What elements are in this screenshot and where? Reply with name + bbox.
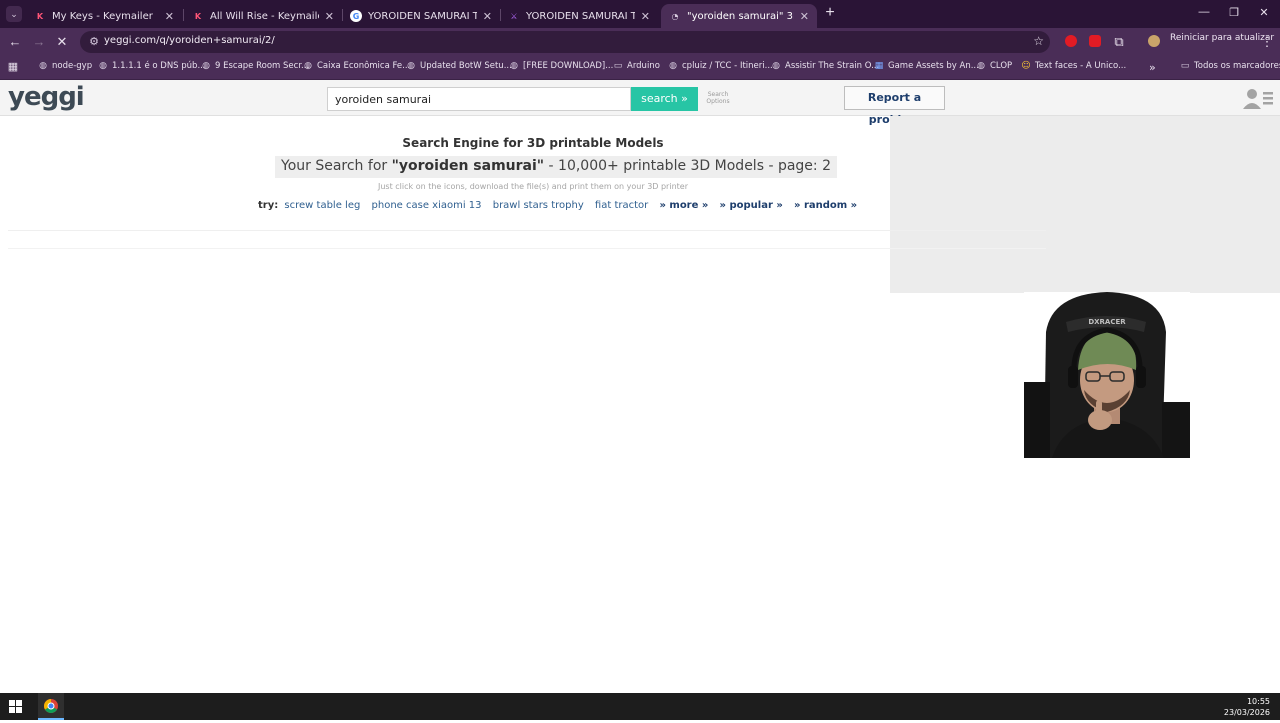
bookmark-item[interactable]: ◍ 9 Escape Room Secr... (201, 61, 309, 71)
close-icon[interactable]: ✕ (483, 10, 492, 23)
globe-icon: ◍ (202, 61, 210, 71)
try-label: try: (258, 200, 279, 211)
bookmark-item[interactable]: ◍ CLOP (976, 61, 1012, 71)
restart-update-button[interactable]: Reiniciar para atualizar (1170, 33, 1274, 43)
tab-title: YOROIDEN SAMURAI TROOPER (368, 10, 477, 22)
bookmark-item[interactable]: ◍ Caixa Econômica Fe... (303, 61, 410, 71)
try-suggestions: try: screw table leg phone case xiaomi 1… (258, 200, 865, 211)
windows-start-icon[interactable] (9, 700, 22, 713)
tab-search-button[interactable]: ⌄ (6, 6, 22, 22)
bookmark-star-icon[interactable]: ☆ (1033, 34, 1044, 48)
new-tab-button[interactable]: + (822, 5, 838, 22)
globe-icon: ◍ (99, 61, 107, 71)
bookmarks-overflow-button[interactable]: » (1149, 61, 1156, 74)
suggestion-link[interactable]: phone case xiaomi 13 (372, 200, 482, 211)
bookmark-item[interactable]: ☺ Text faces - A Unico... (1021, 61, 1126, 71)
bookmark-item[interactable]: ◍ cpluiz / TCC - Itineri... (668, 61, 773, 71)
bookmark-item[interactable]: ◍ Assistir The Strain O... (771, 61, 879, 71)
apps-grid-icon[interactable]: ▦ (4, 58, 22, 76)
system-clock[interactable]: 10:55 23/03/2026 (1224, 696, 1270, 718)
suggestion-link[interactable]: fiat tractor (595, 200, 648, 211)
svg-text:DXRACER: DXRACER (1088, 318, 1126, 326)
bookmark-folder-arduino[interactable]: ▭ Arduino (613, 61, 660, 71)
sword-icon: ⚔ (510, 11, 518, 21)
random-link[interactable]: » random » (794, 200, 857, 211)
tab-title: YOROIDEN SAMURAI TRO (526, 10, 635, 22)
divider (8, 248, 1046, 249)
address-bar[interactable]: ⚙ yeggi.com/q/yoroiden+samurai/2/ ☆ (80, 31, 1050, 53)
yeggi-logo[interactable]: yeggi (8, 82, 85, 112)
forward-icon[interactable]: → (30, 33, 48, 51)
globe-icon: ◍ (772, 61, 780, 71)
results-summary: Your Search for "yoroiden samurai" - 10,… (275, 156, 837, 178)
restore-icon[interactable]: ❐ (1226, 6, 1242, 19)
profile-avatar[interactable] (1148, 35, 1160, 47)
adblock-extension-icon[interactable] (1065, 35, 1077, 47)
back-icon[interactable]: ← (6, 33, 24, 51)
extensions-puzzle-icon[interactable]: ⧉ (1110, 33, 1128, 51)
tab-google-search[interactable]: G YOROIDEN SAMURAI TROOPER ✕ (342, 4, 500, 28)
search-input[interactable] (327, 87, 631, 111)
globe-icon: ◍ (669, 61, 677, 71)
folder-icon: ▭ (1180, 61, 1190, 71)
close-icon[interactable]: ✕ (165, 10, 174, 23)
bookmark-item[interactable]: ◍ node-gyp (38, 61, 92, 71)
tab-title: All Will Rise - Keymailer (210, 10, 319, 22)
folder-icon: ▭ (613, 61, 623, 71)
bookmarks-bar: ▦ ◍ node-gyp ◍ 1.1.1.1 é o DNS púb... ◍ 9 E… (0, 55, 1280, 80)
window-close-icon[interactable]: ✕ (1256, 6, 1272, 19)
bookmark-item[interactable]: ◍ Updated BotW Setu... (406, 61, 512, 71)
windows-taskbar: 10:55 23/03/2026 (0, 693, 1280, 720)
bookmark-item[interactable]: ▦ Game Assets by An... (874, 61, 979, 71)
more-link[interactable]: » more » (659, 200, 708, 211)
page-title: Search Engine for 3D printable Models (402, 136, 664, 150)
chrome-taskbar-button[interactable] (38, 693, 64, 720)
popular-link[interactable]: » popular » (720, 200, 783, 211)
close-icon[interactable]: ✕ (325, 10, 334, 23)
site-header: yeggi search » Search Options Report a p… (0, 80, 1280, 126)
browser-toolbar: ← → ✕ ⚙ yeggi.com/q/yoroiden+samurai/2/ … (0, 28, 1280, 55)
tab-title: "yoroiden samurai" 3D Models (687, 10, 794, 22)
tab-yoroiden-2[interactable]: ⚔ YOROIDEN SAMURAI TRO ✕ (500, 4, 658, 28)
close-icon[interactable]: ✕ (641, 10, 650, 23)
globe-icon: ◍ (407, 61, 415, 71)
tab-strip: ⌄ K My Keys - Keymailer ✕ K All Will Ris… (0, 0, 1280, 28)
keymailer-icon: K (36, 11, 44, 21)
globe-icon: ◍ (304, 61, 312, 71)
search-options-link[interactable]: Search Options (703, 91, 733, 105)
extension-icon[interactable] (1089, 35, 1101, 47)
instructions-text: Just click on the icons, download the fi… (378, 182, 688, 191)
divider (8, 230, 1046, 231)
emoji-icon: ☺ (1021, 61, 1031, 71)
all-bookmarks-folder[interactable]: ▭ Todos os marcadores (1180, 61, 1280, 71)
stop-loading-icon[interactable]: ✕ (53, 33, 71, 51)
report-problem-button[interactable]: Report a problem (844, 86, 945, 126)
tab-my-keys[interactable]: K My Keys - Keymailer ✕ (26, 4, 182, 28)
user-account-icon[interactable] (1243, 87, 1273, 109)
google-icon: G (350, 10, 362, 22)
search-button[interactable]: search » (631, 87, 698, 111)
webcam-overlay: DXRACER (1024, 292, 1190, 458)
minimize-icon[interactable]: — (1196, 6, 1212, 18)
globe-icon: ◍ (977, 61, 985, 71)
globe-icon: ◍ (510, 61, 518, 71)
streamer-webcam-image: DXRACER (1024, 292, 1190, 458)
suggestion-link[interactable]: screw table leg (284, 200, 360, 211)
browser-window: ⌄ K My Keys - Keymailer ✕ K All Will Ris… (0, 0, 1280, 693)
chrome-icon (44, 699, 58, 713)
bookmark-item[interactable]: ◍ [FREE DOWNLOAD]... (509, 61, 613, 71)
tab-title: My Keys - Keymailer (52, 10, 153, 22)
grid-icon: ▦ (874, 61, 884, 71)
close-icon[interactable]: ✕ (800, 10, 809, 23)
yeggi-icon: ◔ (671, 11, 679, 21)
url-text[interactable]: yeggi.com/q/yoroiden+samurai/2/ (104, 35, 275, 46)
suggestion-link[interactable]: brawl stars trophy (493, 200, 584, 211)
globe-icon: ◍ (39, 61, 47, 71)
tab-all-will-rise[interactable]: K All Will Rise - Keymailer ✕ (184, 4, 342, 28)
tab-yeggi-active[interactable]: ◔ "yoroiden samurai" 3D Models ✕ (661, 4, 817, 28)
keymailer-icon: K (194, 11, 202, 21)
site-info-icon[interactable]: ⚙ (86, 34, 102, 50)
bookmark-item[interactable]: ◍ 1.1.1.1 é o DNS púb... (98, 61, 206, 71)
